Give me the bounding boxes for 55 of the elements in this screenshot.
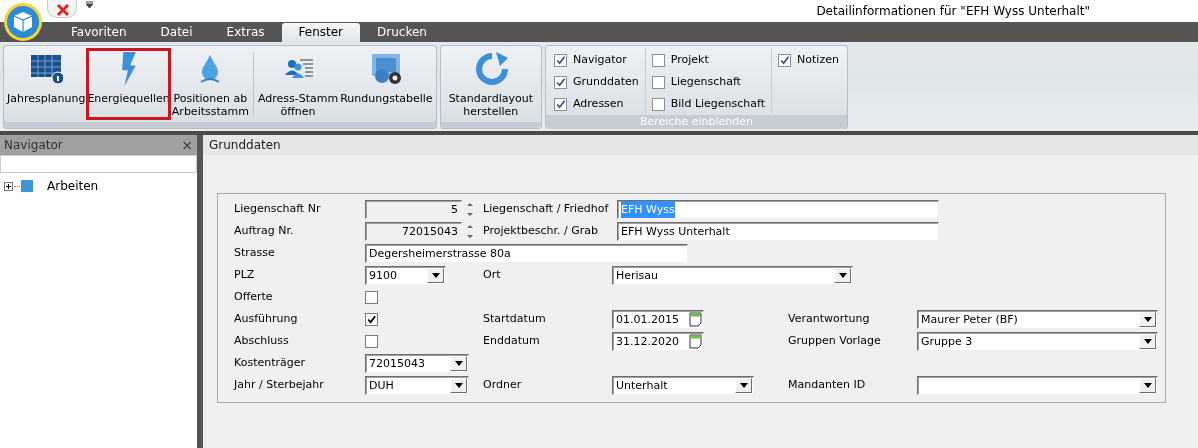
ribbon-button[interactable]: Positionen ab Arbeitsstamm bbox=[170, 48, 250, 120]
field-label: PLZ bbox=[234, 266, 256, 283]
ribbon-tab[interactable]: Extras bbox=[209, 23, 282, 42]
ribbon-button[interactable]: Energiequellen bbox=[86, 48, 171, 120]
field-label: Ordner bbox=[483, 376, 523, 393]
ribbon-tab[interactable]: Favoriten bbox=[54, 23, 144, 42]
field-label: Gruppen Vorlage bbox=[788, 332, 882, 349]
field-label: Strasse bbox=[234, 244, 276, 261]
field-label: Abschluss bbox=[234, 332, 290, 349]
panel-title: Grunddaten bbox=[203, 135, 1198, 155]
date-field[interactable]: 01.01.2015 bbox=[612, 309, 704, 329]
ribbon-tab[interactable]: Datei bbox=[143, 23, 210, 42]
checkbox-label[interactable]: Bild Liegenschaft bbox=[670, 95, 766, 113]
panel-title: Navigator bbox=[4, 137, 63, 154]
close-button[interactable]: × bbox=[181, 135, 193, 155]
window-title: Detailinformationen für "EFH Wyss Unterhalt" bbox=[816, 3, 1090, 20]
field-label: Mandanten ID bbox=[788, 376, 867, 393]
dropdown[interactable]: Maurer Peter (BF) bbox=[917, 309, 1158, 329]
text-field[interactable]: EFH Wyss Unterhalt bbox=[617, 221, 939, 241]
field-label: Offerte bbox=[234, 288, 274, 305]
group-title: Bereiche einblenden bbox=[546, 115, 847, 129]
field-label: Enddatum bbox=[483, 332, 541, 349]
tree-item[interactable]: Arbeiten bbox=[0, 175, 197, 197]
dropdown[interactable]: Unterhalt bbox=[612, 375, 754, 395]
date-field[interactable]: 31.12.2020 bbox=[612, 331, 704, 351]
checkbox-label[interactable]: Notizen bbox=[797, 51, 839, 69]
number-field[interactable]: 5 bbox=[365, 199, 462, 219]
checkbox-label[interactable]: Navigator bbox=[573, 51, 627, 69]
checkbox-label[interactable]: Projekt bbox=[670, 51, 709, 69]
ribbon-button[interactable]: Standardlayout herstellen bbox=[442, 48, 539, 120]
checkbox-label[interactable]: Adressen bbox=[573, 95, 624, 113]
field-label: Projektbeschr. / Grab bbox=[483, 222, 599, 239]
dropdown[interactable]: Gruppe 3 bbox=[917, 331, 1158, 351]
checkbox-label[interactable]: Liegenschaft bbox=[670, 73, 741, 91]
field-label: Kostenträger bbox=[234, 354, 307, 371]
ribbon-tab[interactable]: Drucken bbox=[360, 23, 444, 42]
ribbon-tab[interactable]: Fenster bbox=[281, 23, 361, 42]
field-label: Startdatum bbox=[483, 310, 547, 327]
field-label: Liegenschaft Nr bbox=[234, 200, 322, 217]
ribbon-button[interactable]: Jahresplanung bbox=[6, 48, 87, 120]
field-label: Ort bbox=[483, 266, 502, 283]
dropdown[interactable]: Herisau bbox=[612, 265, 853, 285]
text-field[interactable]: Degersheimerstrasse 80a bbox=[365, 243, 688, 263]
dropdown[interactable]: 72015043 bbox=[365, 353, 469, 373]
checkbox-label[interactable]: Grunddaten bbox=[573, 73, 639, 91]
dropdown[interactable]: 9100 bbox=[365, 265, 446, 285]
field-label: Ausführung bbox=[234, 310, 299, 327]
field-label: Jahr / Sterbejahr bbox=[234, 376, 325, 393]
dropdown[interactable]: DUH bbox=[365, 375, 469, 395]
field-label: Liegenschaft / Friedhof bbox=[483, 200, 610, 217]
ribbon-button[interactable]: Rundungstabelle bbox=[339, 48, 434, 120]
ribbon-button[interactable]: Adress-Stamm öffnen bbox=[256, 48, 340, 120]
field-label: Verantwortung bbox=[788, 310, 871, 327]
field-label: Auftrag Nr. bbox=[234, 222, 295, 239]
number-field[interactable]: 72015043 bbox=[365, 221, 462, 241]
